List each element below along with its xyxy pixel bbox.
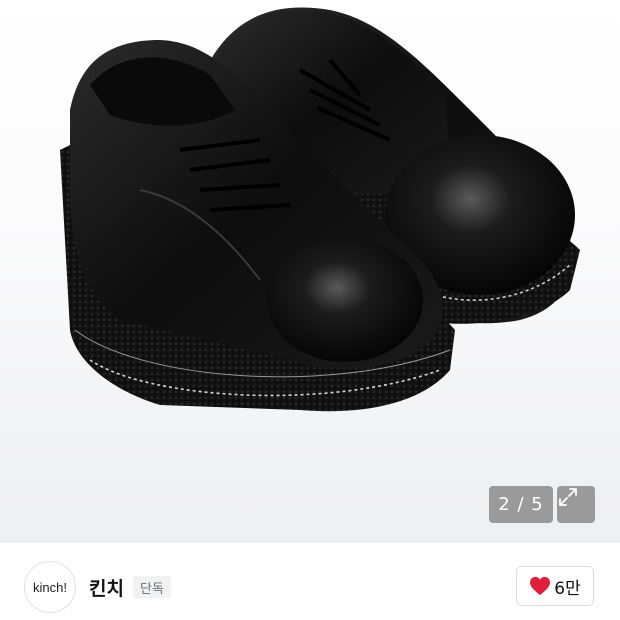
shop-name[interactable]: 킨치 [89, 574, 124, 601]
heart-icon [530, 576, 551, 596]
expand-arrows-icon [559, 488, 577, 506]
like-count: 6만 [554, 578, 581, 599]
shoe-photo [60, 7, 580, 412]
like-button[interactable]: 6만 [516, 566, 594, 606]
shop-bar: kinch! 킨치 단독 6만 [0, 543, 620, 620]
shop-avatar[interactable]: kinch! [24, 561, 76, 613]
page-counter-text: 2 / 5 [498, 494, 544, 515]
shop-avatar-text: kinch! [33, 579, 67, 595]
expand-button[interactable] [557, 486, 595, 523]
exclusive-badge: 단독 [133, 576, 171, 598]
image-page-counter: 2 / 5 [489, 486, 553, 523]
product-image[interactable]: 2 / 5 [0, 0, 620, 543]
